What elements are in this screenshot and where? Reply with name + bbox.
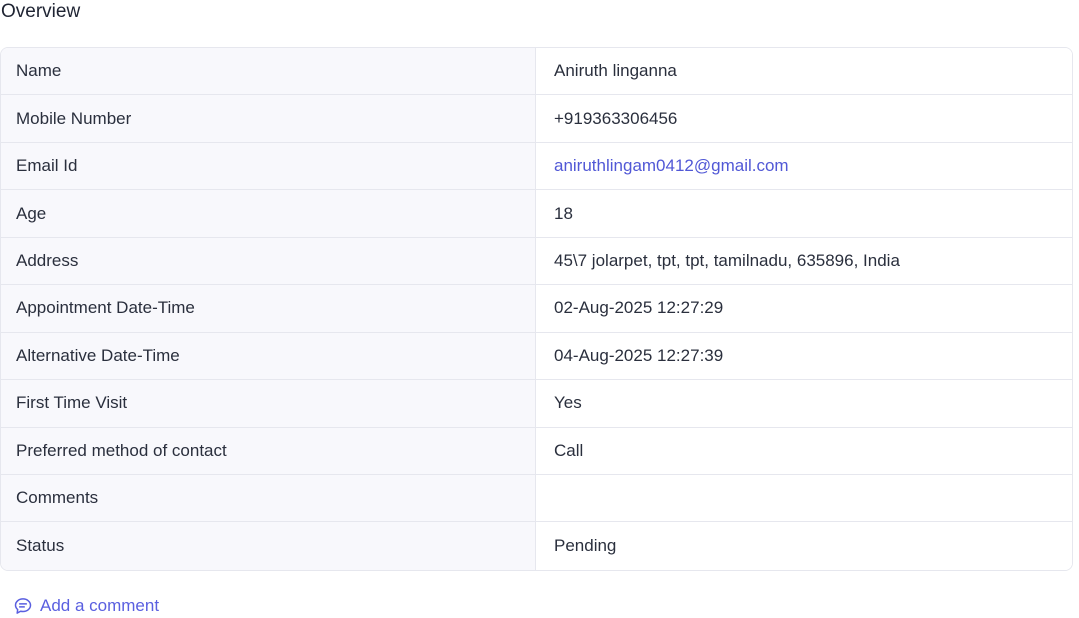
row-address: Address 45\7 jolarpet, tpt, tpt, tamilna… xyxy=(1,237,1072,286)
row-age: Age 18 xyxy=(1,190,1072,238)
row-label: Status xyxy=(1,522,536,570)
row-value: +919363306456 xyxy=(536,95,1072,142)
section-title: Overview xyxy=(1,1,81,22)
comment-icon xyxy=(13,596,33,616)
row-label: Mobile Number xyxy=(1,95,536,142)
row-value xyxy=(536,474,1072,522)
row-appointment: Appointment Date-Time 02-Aug-2025 12:27:… xyxy=(1,285,1072,333)
row-email: Email Id aniruthlingam0412@gmail.com xyxy=(1,142,1072,191)
email-link[interactable]: aniruthlingam0412@gmail.com xyxy=(536,142,1072,190)
row-label: Appointment Date-Time xyxy=(1,285,536,332)
row-label: Email Id xyxy=(1,142,536,190)
row-value: Call xyxy=(536,427,1072,474)
row-first-visit: First Time Visit Yes xyxy=(1,380,1072,428)
row-status: Status Pending xyxy=(1,522,1072,570)
add-comment-button[interactable]: Add a comment xyxy=(13,595,159,617)
details-table: Name Aniruth linganna Mobile Number +919… xyxy=(0,47,1073,571)
row-mobile: Mobile Number +919363306456 xyxy=(1,95,1072,143)
row-value: 45\7 jolarpet, tpt, tpt, tamilnadu, 6358… xyxy=(536,237,1072,285)
row-contact-method: Preferred method of contact Call xyxy=(1,427,1072,475)
row-value: Aniruth linganna xyxy=(536,48,1072,95)
row-value: 04-Aug-2025 12:27:39 xyxy=(536,332,1072,380)
row-label: Alternative Date-Time xyxy=(1,332,536,380)
row-label: Name xyxy=(1,48,536,95)
row-value: Yes xyxy=(536,380,1072,427)
row-label: First Time Visit xyxy=(1,380,536,427)
add-comment-label: Add a comment xyxy=(40,596,160,615)
row-label: Comments xyxy=(1,474,536,522)
row-value: Pending xyxy=(536,522,1072,570)
row-comments: Comments xyxy=(1,474,1072,523)
page: Overview Name Aniruth linganna Mobile Nu… xyxy=(0,0,1079,618)
row-label: Age xyxy=(1,190,536,237)
row-value: 02-Aug-2025 12:27:29 xyxy=(536,285,1072,332)
row-alternative: Alternative Date-Time 04-Aug-2025 12:27:… xyxy=(1,332,1072,381)
row-label: Address xyxy=(1,237,536,285)
row-name: Name Aniruth linganna xyxy=(1,48,1072,96)
row-label: Preferred method of contact xyxy=(1,427,536,474)
row-value: 18 xyxy=(536,190,1072,237)
